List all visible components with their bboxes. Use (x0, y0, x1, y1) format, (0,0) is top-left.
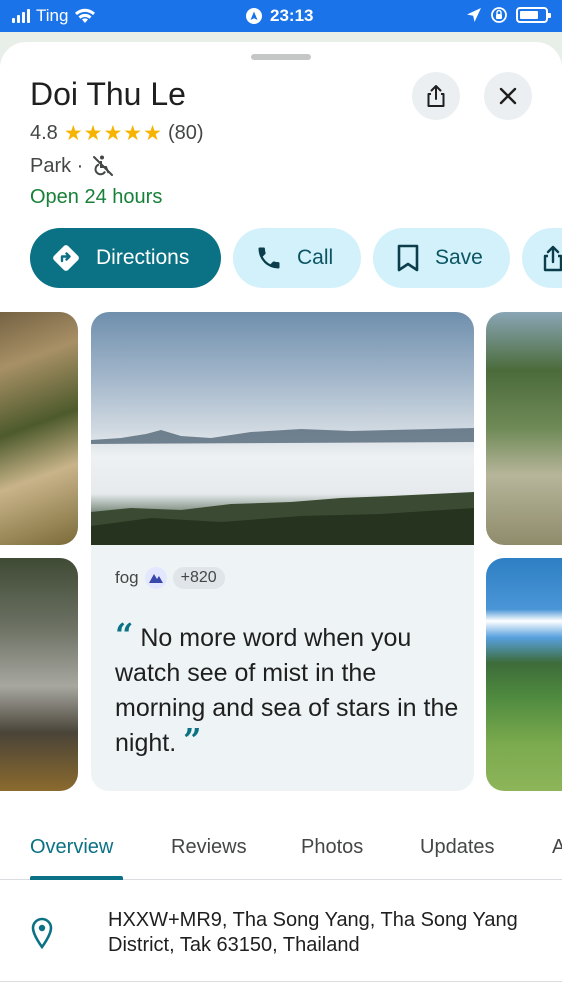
featured-photo[interactable] (91, 312, 474, 545)
open-quote-icon: “ (115, 616, 134, 654)
tab-overview[interactable]: Overview (30, 836, 113, 859)
tab-reviews[interactable]: Reviews (171, 836, 247, 859)
close-quote-icon: ” (183, 721, 202, 759)
status-center: 23:13 (246, 6, 313, 26)
share-icon (427, 85, 445, 107)
share-pill-button[interactable] (522, 228, 562, 288)
status-right (466, 6, 551, 24)
not-wheelchair-accessible-icon (93, 155, 114, 176)
star-icon: ★ (143, 122, 162, 145)
opening-hours[interactable]: Open 24 hours (30, 186, 162, 209)
location-arrow-icon (467, 8, 481, 22)
close-button[interactable] (484, 72, 532, 120)
photo-carousel[interactable]: fog +820 “ No more word when you watch s… (0, 312, 562, 792)
photo-thumbnail[interactable] (486, 312, 562, 545)
address-row[interactable]: HXXW+MR9, Tha Song Yang, Tha Song Yang D… (0, 900, 562, 982)
save-label: Save (435, 246, 483, 269)
call-label: Call (297, 246, 334, 269)
review-author-row: fog +820 (115, 567, 225, 589)
status-left: Ting (12, 6, 96, 26)
phone-icon (258, 247, 280, 269)
star-icon: ★ (103, 122, 123, 145)
share-icon (543, 245, 562, 272)
review-quote-text: No more word when you watch see of mist … (115, 624, 459, 757)
call-button[interactable]: Call (233, 228, 361, 288)
battery-icon (516, 7, 551, 23)
review-quote: “ No more word when you watch see of mis… (115, 619, 460, 761)
directions-label: Directions (96, 246, 190, 269)
place-title: Doi Thu Le (30, 76, 186, 112)
place-tabs: Overview Reviews Photos Updates A (0, 814, 562, 880)
close-icon (499, 87, 517, 105)
bookmark-icon (397, 244, 419, 272)
review-author: fog (115, 568, 139, 587)
status-bar: Ting 23:13 (0, 0, 562, 32)
orientation-lock-icon (491, 7, 507, 23)
place-sheet: Doi Thu Le 4.8 ★ ★ ★ ★ ★ (80) Park · Ope… (0, 42, 562, 1000)
review-count: (80) (167, 122, 204, 144)
star-icon: ★ (83, 122, 103, 145)
drag-handle[interactable] (251, 54, 311, 60)
more-avatars-count: +820 (172, 567, 225, 589)
save-button[interactable]: Save (373, 228, 510, 288)
photo-thumbnail[interactable] (486, 558, 562, 791)
rating-value: 4.8 (30, 122, 58, 144)
clock: 23:13 (270, 6, 314, 25)
carrier-name: Ting (36, 6, 69, 25)
mountain-silhouette (91, 428, 474, 545)
navigation-active-icon (246, 8, 262, 24)
photo-thumbnail[interactable] (0, 312, 78, 545)
directions-icon (53, 245, 79, 271)
tab-about[interactable]: A (552, 836, 562, 859)
directions-button[interactable]: Directions (30, 228, 221, 288)
tab-photos[interactable]: Photos (301, 836, 363, 859)
type-row: Park · (30, 154, 115, 178)
address-text: HXXW+MR9, Tha Song Yang, Tha Song Yang D… (108, 909, 518, 956)
rating-row[interactable]: 4.8 ★ ★ ★ ★ ★ (80) (30, 122, 204, 145)
wifi-icon (75, 8, 96, 23)
tab-updates[interactable]: Updates (420, 836, 495, 859)
avatar-icon (144, 567, 167, 589)
star-icon: ★ (123, 122, 143, 145)
share-button[interactable] (412, 72, 460, 120)
photo-thumbnail[interactable] (0, 558, 78, 791)
location-pin-icon (31, 917, 53, 949)
star-icon: ★ (63, 122, 83, 145)
place-type: Park · (30, 154, 84, 177)
active-tab-indicator (30, 876, 123, 880)
star-rating: ★ ★ ★ ★ ★ (64, 123, 162, 144)
signal-icon (12, 9, 30, 23)
review-snippet-card[interactable]: fog +820 “ No more word when you watch s… (91, 545, 474, 791)
